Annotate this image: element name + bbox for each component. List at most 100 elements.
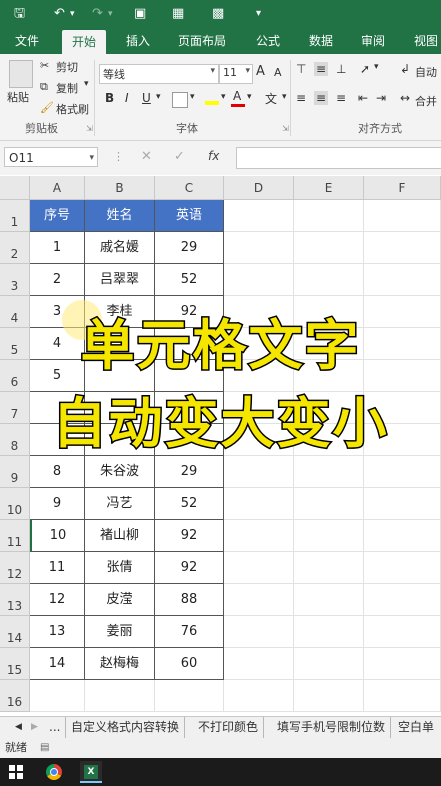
table-cell[interactable]: 13 — [30, 616, 85, 648]
grid-cell[interactable] — [294, 616, 364, 648]
row-header[interactable]: 16 — [0, 680, 30, 712]
table-cell[interactable]: 88 — [155, 584, 224, 616]
italic-button[interactable]: I — [125, 91, 129, 105]
next-sheet-icon[interactable]: ▶ — [26, 717, 43, 738]
grid-cell[interactable] — [224, 488, 294, 520]
underline-dropdown-icon[interactable]: ▾ — [156, 92, 161, 102]
table-cell[interactable]: 52 — [155, 488, 224, 520]
chrome-icon[interactable] — [46, 764, 62, 780]
macro-record-icon[interactable]: ▤ — [40, 738, 49, 758]
customize-toolbar-icon[interactable]: ▾ — [256, 6, 261, 22]
row-header[interactable]: 3 — [0, 264, 30, 296]
grid-cell[interactable] — [224, 584, 294, 616]
grid-cell[interactable] — [294, 680, 364, 712]
table-header-cell[interactable]: 英语 — [155, 200, 224, 232]
excel-taskbar-button[interactable]: X — [80, 761, 102, 783]
tab-review[interactable]: 审阅 — [361, 28, 385, 54]
grid-cell[interactable] — [364, 616, 441, 648]
grid-cell[interactable] — [224, 200, 294, 232]
decrease-indent-icon[interactable]: ⇤ — [358, 91, 368, 105]
insert-function-icon[interactable]: fx — [208, 149, 219, 163]
format-painter-icon[interactable]: 🖌 — [40, 101, 54, 114]
table-cell[interactable]: 张倩 — [85, 552, 155, 584]
tab-data[interactable]: 数据 — [309, 28, 333, 54]
font-color-icon[interactable]: A — [231, 89, 245, 107]
clipboard-launcher-icon[interactable]: ⇲ — [86, 124, 93, 133]
table-cell[interactable]: 褚山柳 — [85, 520, 155, 552]
table-cell[interactable]: 9 — [30, 488, 85, 520]
grid-cell[interactable] — [364, 552, 441, 584]
form-icon[interactable]: ▦ — [172, 6, 184, 22]
grid-cell[interactable] — [294, 232, 364, 264]
wrap-text-icon[interactable]: ↲ — [400, 62, 410, 76]
align-top-icon[interactable]: ⊤ — [296, 62, 306, 76]
table-cell[interactable]: 92 — [155, 520, 224, 552]
align-middle-icon[interactable]: ≡ — [314, 62, 329, 76]
windows-start-icon[interactable] — [9, 765, 23, 779]
grid-cell[interactable] — [294, 648, 364, 680]
grid-cell[interactable] — [294, 200, 364, 232]
tab-formulas[interactable]: 公式 — [256, 28, 280, 54]
table-header-cell[interactable]: 姓名 — [85, 200, 155, 232]
grow-font-button[interactable]: A — [256, 64, 265, 79]
grid-cell[interactable] — [224, 456, 294, 488]
cut-button[interactable]: 剪切 — [56, 59, 78, 75]
grid-cell[interactable] — [364, 264, 441, 296]
tab-insert[interactable]: 插入 — [126, 28, 150, 54]
grid-cell[interactable] — [364, 584, 441, 616]
table-cell[interactable]: 姜丽 — [85, 616, 155, 648]
grid-cell[interactable] — [294, 520, 364, 552]
grid-cell[interactable] — [364, 680, 441, 712]
table-cell[interactable]: 冯艺 — [85, 488, 155, 520]
grid-cell[interactable] — [224, 264, 294, 296]
sheet-tab-no-print-color[interactable]: 不打印颜色 — [193, 717, 265, 738]
copy-button[interactable]: 复制 — [56, 80, 78, 96]
grid-cell[interactable] — [294, 584, 364, 616]
table-cell[interactable]: 14 — [30, 648, 85, 680]
table-cell[interactable]: 29 — [155, 456, 224, 488]
cancel-icon[interactable]: ✕ — [141, 149, 152, 164]
redo-dropdown-icon[interactable]: ▾ — [108, 6, 113, 22]
grid-cell[interactable] — [224, 552, 294, 584]
table-cell[interactable]: 1 — [30, 232, 85, 264]
table-cell[interactable]: 2 — [30, 264, 85, 296]
grid-cell[interactable] — [30, 680, 85, 712]
format-painter-button[interactable]: 格式刷 — [56, 101, 89, 117]
wrap-text-button[interactable]: 自动 — [415, 64, 437, 80]
column-header-a[interactable]: A — [30, 176, 85, 200]
copy-dropdown-icon[interactable]: ▾ — [84, 79, 89, 89]
merge-center-button[interactable]: 合并 — [415, 93, 437, 109]
formula-input[interactable] — [236, 147, 441, 169]
row-header[interactable]: 1 — [0, 200, 30, 232]
column-header-b[interactable]: B — [85, 176, 155, 200]
grid-cell[interactable] — [364, 520, 441, 552]
table-cell[interactable]: 92 — [155, 552, 224, 584]
row-header[interactable]: 9 — [0, 456, 30, 488]
column-header-d[interactable]: D — [224, 176, 294, 200]
shrink-font-button[interactable]: A — [274, 66, 282, 79]
grid-cell[interactable] — [224, 232, 294, 264]
redo-icon[interactable]: ↷ — [92, 6, 103, 22]
grid-cell[interactable] — [155, 680, 224, 712]
fill-color-dropdown-icon[interactable]: ▾ — [221, 92, 226, 102]
align-left-icon[interactable]: ≡ — [296, 91, 306, 105]
grid-cell[interactable] — [224, 648, 294, 680]
table-cell[interactable]: 吕翠翠 — [85, 264, 155, 296]
column-header-f[interactable]: F — [364, 176, 441, 200]
table-cell[interactable]: 52 — [155, 264, 224, 296]
merge-center-icon[interactable]: ↔ — [400, 91, 410, 105]
row-header[interactable]: 13 — [0, 584, 30, 616]
grid-cell[interactable] — [364, 200, 441, 232]
grid-cell[interactable] — [294, 552, 364, 584]
cut-icon[interactable]: ✂ — [40, 59, 49, 72]
row-header[interactable]: 12 — [0, 552, 30, 584]
paste-icon[interactable] — [9, 60, 33, 88]
align-center-icon[interactable]: ≡ — [314, 91, 329, 105]
select-all-corner[interactable] — [0, 176, 30, 200]
grid-cell[interactable] — [364, 232, 441, 264]
grid-cell[interactable] — [294, 488, 364, 520]
table-cell[interactable]: 11 — [30, 552, 85, 584]
phonetic-icon[interactable]: 文 — [265, 90, 277, 107]
font-name-select[interactable]: 等线 ▾ — [99, 64, 219, 84]
bold-button[interactable]: B — [105, 91, 114, 105]
